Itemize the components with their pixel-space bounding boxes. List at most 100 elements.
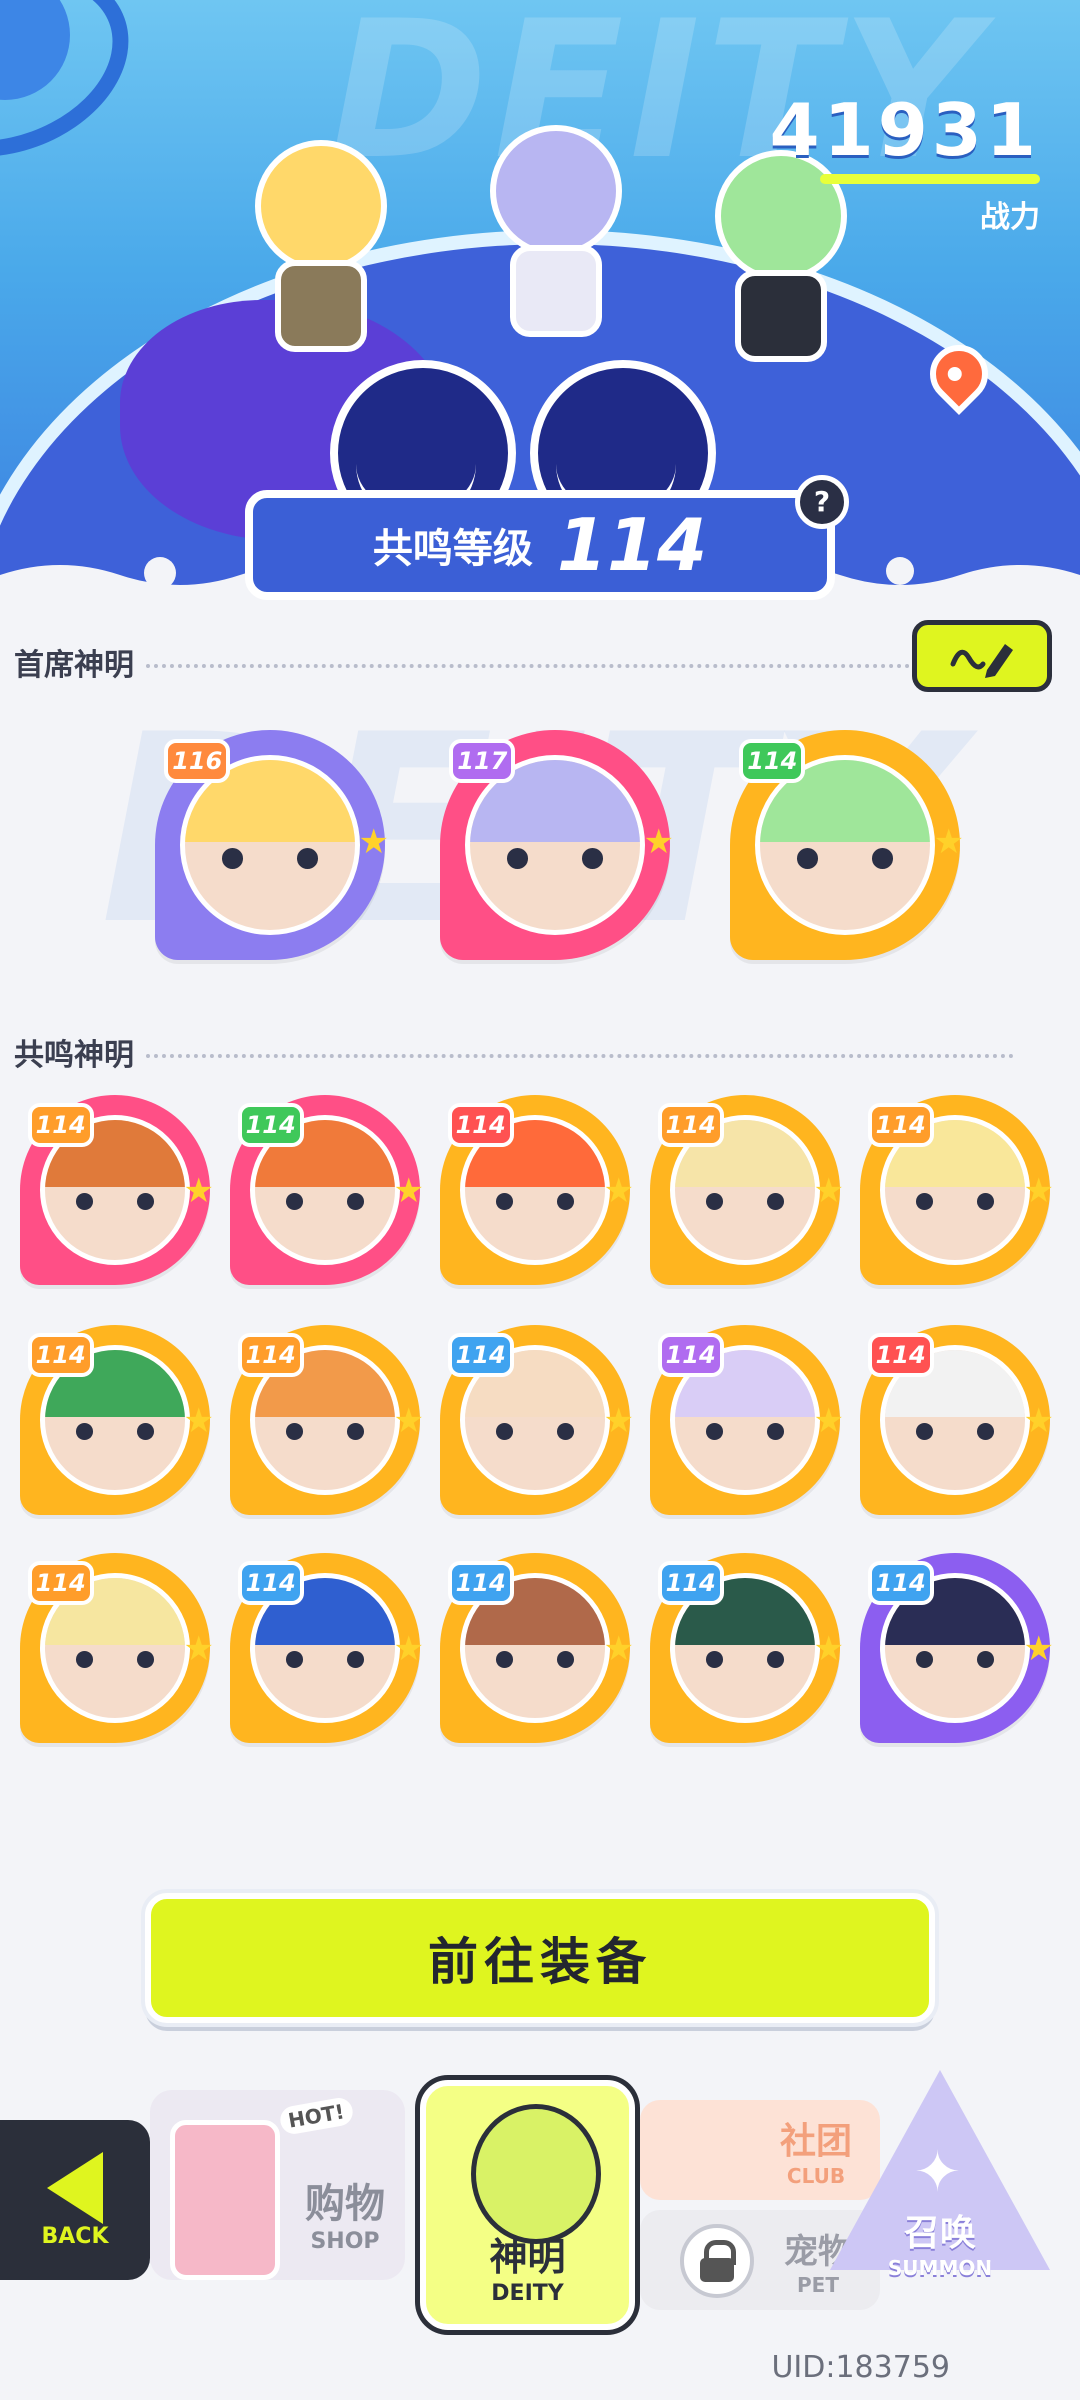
combat-power-value: 41931 [769, 88, 1040, 172]
resonance-deity-card[interactable]: 114 ★ [650, 1095, 844, 1285]
resonance-deity-card[interactable]: 114 ★ [860, 1553, 1054, 1743]
pencil-icon [950, 644, 1013, 678]
shop-label-en: SHOP [310, 2229, 380, 2254]
resonance-deity-card[interactable]: 114 ★ [440, 1095, 634, 1285]
deity-mascot-icon [471, 2104, 601, 2244]
deity-eyes [285, 1650, 365, 1668]
resonance-deity-card[interactable]: 114 ★ [440, 1553, 634, 1743]
level-badge: 114 [867, 1102, 934, 1147]
chief-deity-card[interactable]: 116 ★ [155, 730, 389, 960]
level-badge: 114 [27, 1332, 94, 1377]
star-icon: ★ [1023, 1171, 1054, 1211]
deity-eyes [495, 1422, 575, 1440]
level-badge: 114 [27, 1102, 94, 1147]
header-banner: DEITY 41931 战力 共鸣等级 114 ? [0, 0, 1080, 600]
star-icon: ★ [358, 822, 389, 862]
resonance-deity-card[interactable]: 114 ★ [650, 1325, 844, 1515]
star-icon: ★ [1023, 1629, 1054, 1669]
back-button[interactable]: BACK [0, 2120, 150, 2280]
back-label: BACK [41, 2223, 109, 2249]
resonance-deity-section-title: 共鸣神明 [14, 1030, 1014, 1074]
summon-label: 召唤 [903, 2213, 976, 2254]
star-icon: ★ [393, 1171, 424, 1211]
star-icon: ★ [603, 1401, 634, 1441]
star-icon: ★ [813, 1171, 844, 1211]
deity-eyes [797, 848, 893, 869]
deity-eyes [507, 848, 603, 869]
sparkle-icon: ✦ [914, 2140, 961, 2205]
resonance-deity-card[interactable]: 114 ★ [20, 1325, 214, 1515]
resonance-deity-card[interactable]: 114 ★ [230, 1553, 424, 1743]
vending-machine-icon [170, 2120, 280, 2280]
deity-eyes [705, 1650, 785, 1668]
resonance-deity-card[interactable]: 114 ★ [860, 1095, 1054, 1285]
deity-eyes [495, 1192, 575, 1210]
summon-label-en: SUMMON [887, 2256, 993, 2280]
resonance-deity-card[interactable]: 114 ★ [650, 1553, 844, 1743]
star-icon: ★ [933, 822, 964, 862]
back-arrow-icon [47, 2151, 103, 2224]
go-equip-button[interactable]: 前往装备 [145, 1893, 935, 2023]
shop-tab[interactable]: HOT! 购物 SHOP [150, 2090, 405, 2280]
hot-badge: HOT! [278, 2095, 355, 2137]
hero-figure-1[interactable] [230, 140, 400, 352]
deity-eyes [915, 1192, 995, 1210]
level-badge: 114 [657, 1102, 724, 1147]
star-icon: ★ [1023, 1401, 1054, 1441]
level-badge: 114 [447, 1560, 514, 1605]
help-icon[interactable]: ? [795, 475, 849, 529]
deity-eyes [705, 1192, 785, 1210]
deity-eyes [285, 1422, 365, 1440]
star-icon: ★ [813, 1629, 844, 1669]
level-badge: 114 [739, 739, 806, 784]
edit-button[interactable] [912, 620, 1052, 692]
star-icon: ★ [813, 1401, 844, 1441]
resonance-deity-card[interactable]: 114 ★ [20, 1095, 214, 1285]
resonance-level-value: 114 [556, 503, 708, 587]
resonance-deity-card[interactable]: 114 ★ [20, 1553, 214, 1743]
deity-eyes [75, 1422, 155, 1440]
combat-power-label: 战力 [980, 200, 1040, 235]
resonance-deity-card[interactable]: 114 ★ [230, 1095, 424, 1285]
level-badge: 114 [237, 1332, 304, 1377]
deity-eyes [495, 1650, 575, 1668]
deity-eyes [222, 848, 318, 869]
resonance-deity-card[interactable]: 114 ★ [860, 1325, 1054, 1515]
combat-power: 41931 战力 [769, 88, 1040, 236]
star-icon: ★ [393, 1629, 424, 1669]
section-dotted-line [146, 664, 1014, 668]
combat-power-underline [820, 174, 1040, 184]
chief-deity-section-title: 首席神明 [14, 640, 1014, 684]
deity-eyes [915, 1422, 995, 1440]
deity-tab[interactable]: 神明 DEITY [420, 2080, 635, 2330]
chief-deity-card[interactable]: 117 ★ [440, 730, 674, 960]
star-icon: ★ [603, 1171, 634, 1211]
level-badge: 114 [447, 1102, 514, 1147]
level-badge: 116 [164, 739, 231, 784]
level-badge: 114 [237, 1102, 304, 1147]
deity-eyes [705, 1422, 785, 1440]
deity-eyes [285, 1192, 365, 1210]
level-badge: 114 [867, 1332, 934, 1377]
user-id: UID:183759 [771, 2350, 950, 2385]
summon-tab[interactable]: ✦ 召唤 SUMMON [820, 2060, 1060, 2320]
star-icon: ★ [183, 1401, 214, 1441]
star-icon: ★ [183, 1171, 214, 1211]
level-badge: 117 [449, 739, 516, 784]
deity-eyes [915, 1650, 995, 1668]
level-badge: 114 [867, 1560, 934, 1605]
level-badge: 114 [657, 1560, 724, 1605]
chief-deity-title-text: 首席神明 [14, 648, 134, 683]
level-badge: 114 [27, 1560, 94, 1605]
resonance-deity-card[interactable]: 114 ★ [230, 1325, 424, 1515]
resonance-level-banner[interactable]: 共鸣等级 114 [245, 490, 835, 600]
star-icon: ★ [393, 1401, 424, 1441]
level-badge: 114 [237, 1560, 304, 1605]
planet-ring-icon [0, 0, 156, 190]
chief-deity-card[interactable]: 114 ★ [730, 730, 964, 960]
resonance-deity-card[interactable]: 114 ★ [440, 1325, 634, 1515]
hero-figure-2[interactable] [465, 125, 635, 337]
section-dotted-line [146, 1054, 1014, 1058]
deity-screen: DEITY 41931 战力 共鸣等级 114 ? 首席神明 116 ★ 117… [0, 0, 1080, 2400]
star-icon: ★ [643, 822, 674, 862]
